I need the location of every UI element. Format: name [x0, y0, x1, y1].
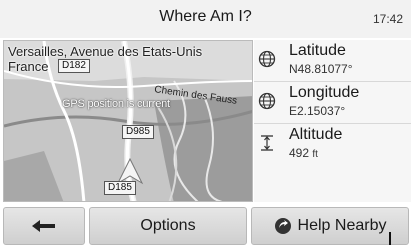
map-address: Versailles, Avenue des Etats-Unis France — [8, 44, 202, 74]
latitude-row: Latitude N48.81077° — [254, 40, 411, 81]
altitude-icon — [261, 135, 273, 151]
longitude-value: E2.15037° — [289, 104, 346, 118]
altitude-unit: ft — [312, 149, 318, 160]
longitude-label: Longitude — [289, 84, 360, 101]
globe-icon — [258, 50, 276, 68]
longitude-row: Longitude E2.15037° — [254, 82, 411, 123]
address-line2: France — [8, 59, 49, 74]
screen-title: Where Am I? — [159, 8, 252, 25]
altitude-row: Altitude 492 ft — [254, 124, 411, 165]
clock: 17:42 — [372, 12, 403, 26]
altitude-label: Altitude — [289, 126, 343, 143]
arrow-left-icon — [32, 220, 55, 232]
location-info-panel: Latitude N48.81077° Longitude E2.15037° … — [254, 40, 411, 202]
help-nearby-icon — [274, 218, 291, 234]
help-nearby-button[interactable]: Help Nearby — [251, 207, 409, 245]
cursor — [389, 232, 391, 245]
road-label-d185: D185 — [104, 181, 136, 195]
road-label-d985: D985 — [122, 125, 154, 139]
latitude-value: N48.81077° — [289, 62, 353, 76]
map-view[interactable]: Versailles, Avenue des Etats-Unis France… — [3, 40, 253, 202]
altitude-number: 492 — [289, 146, 310, 160]
options-button[interactable]: Options — [89, 207, 247, 245]
help-nearby-label: Help Nearby — [297, 217, 387, 234]
top-bar: Where Am I? 17:42 — [0, 0, 411, 38]
options-label: Options — [140, 217, 196, 234]
road-label-d182: D182 — [58, 59, 90, 73]
back-button[interactable] — [3, 207, 85, 245]
address-line1: Versailles, Avenue des Etats-Unis — [8, 44, 203, 59]
globe-icon — [258, 92, 276, 110]
latitude-label: Latitude — [289, 42, 346, 59]
bottom-bar: Options Help Nearby — [0, 204, 411, 245]
altitude-value: 492 ft — [289, 146, 318, 160]
gps-status: GPS position is current — [62, 98, 170, 110]
